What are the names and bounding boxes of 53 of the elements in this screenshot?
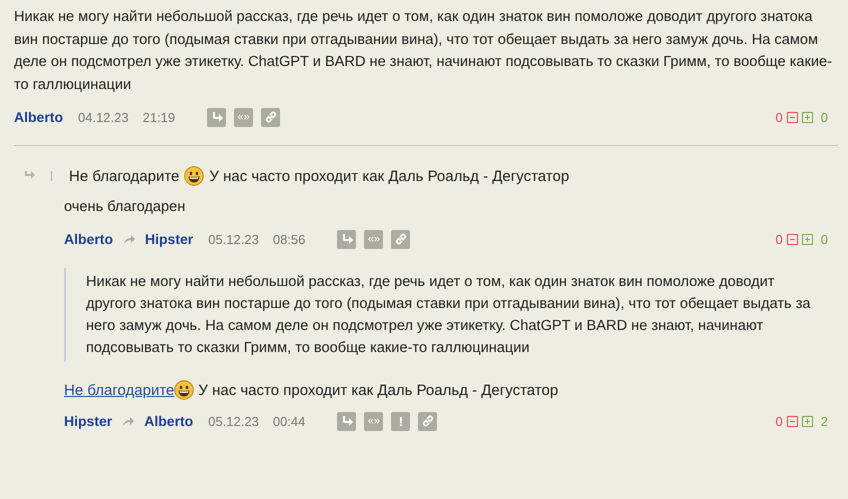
upvote-button[interactable] (802, 234, 813, 244)
chain-link-icon (394, 232, 408, 246)
plus-icon (802, 112, 813, 122)
author-link[interactable]: Hipster (64, 413, 112, 429)
comment-text: У нас часто проходит как Даль Роальд - Дегустатор (198, 382, 558, 398)
reply-arrow-icon (340, 233, 353, 245)
upvote-button[interactable] (802, 416, 813, 426)
reply-to-link[interactable]: Alberto (144, 413, 194, 429)
link-button[interactable] (261, 108, 280, 126)
comment-date: 04.12.23 (78, 110, 129, 124)
smiley-icon (174, 380, 194, 400)
reply-arrow-icon (210, 111, 223, 123)
reply-arrow-icon (340, 415, 353, 427)
quoted-text: Не благодарите (69, 168, 180, 184)
comment-time: 21:19 (142, 110, 176, 124)
comment-time: 08:56 (272, 232, 306, 246)
downvote-button[interactable] (786, 234, 798, 244)
reply-to-link[interactable]: Hipster (145, 231, 194, 247)
comment-time: 00:44 (272, 414, 306, 428)
reply-button[interactable] (337, 230, 356, 248)
plus-icon (802, 416, 813, 426)
plus-count: 0 (820, 110, 828, 124)
downvote-button[interactable] (786, 416, 798, 426)
plus-icon (802, 234, 813, 244)
comment-text: Никак не могу найти небольшой рассказ, где речь идет о том, как один знаток вин помоложе доводит другого знатока вин постарше до того (подымая ставки при отгадывании вина), что тот обещает выдать за него замуж дочь. На самом деле он подсмотрел уже этикетку. ChatGPT и BARD не знают, начинают подсовывать то сказки Гримм, то вообще какие-то галлюцинации (14, 8, 834, 94)
downvote-button[interactable] (786, 112, 798, 122)
link-button[interactable] (418, 412, 438, 430)
comment-date: 05.12.23 (208, 232, 259, 246)
chain-link-icon (264, 110, 278, 124)
minus-icon (786, 112, 798, 122)
minus-count: 0 (776, 414, 783, 428)
reply-button[interactable] (207, 108, 226, 126)
reply-arrow-icon (24, 171, 36, 181)
quoted-text: У нас часто проходит как Даль Роальд - Дегустатор (209, 168, 570, 184)
comment-text: очень благодарен (64, 198, 186, 217)
author-link[interactable]: Alberto (64, 231, 113, 247)
quote-link[interactable]: Не благодарите (64, 380, 194, 400)
author-link[interactable]: Alberto (14, 109, 63, 125)
minus-count: 0 (776, 232, 783, 246)
reply-to-arrow-icon (122, 415, 134, 427)
plus-count: 0 (820, 232, 828, 246)
chain-link-icon (420, 414, 435, 428)
minus-icon (786, 234, 798, 244)
blockquote: Никак не могу найти небольшой рассказ, где речь идет о том, как один знаток вин помоложе доводит другого знатока вин постарше до того (подымая ставки при отгадывании вина), что тот обещает выдать за него замуж дочь. На самом деле он подсмотрел уже этикетку. ChatGPT и BARD не знают, начинают подсовывать то сказки Гримм, то вообще какие-то галлюцинации (64, 268, 838, 362)
reply-to-arrow-icon (123, 233, 135, 245)
link-button[interactable] (391, 230, 410, 248)
smiley-icon (184, 166, 204, 186)
minus-icon (786, 416, 798, 426)
reply-button[interactable] (337, 412, 356, 430)
comment-date: 05.12.23 (208, 414, 259, 428)
minus-count: 0 (776, 110, 783, 124)
upvote-button[interactable] (802, 112, 813, 122)
plus-count: 2 (820, 414, 828, 428)
